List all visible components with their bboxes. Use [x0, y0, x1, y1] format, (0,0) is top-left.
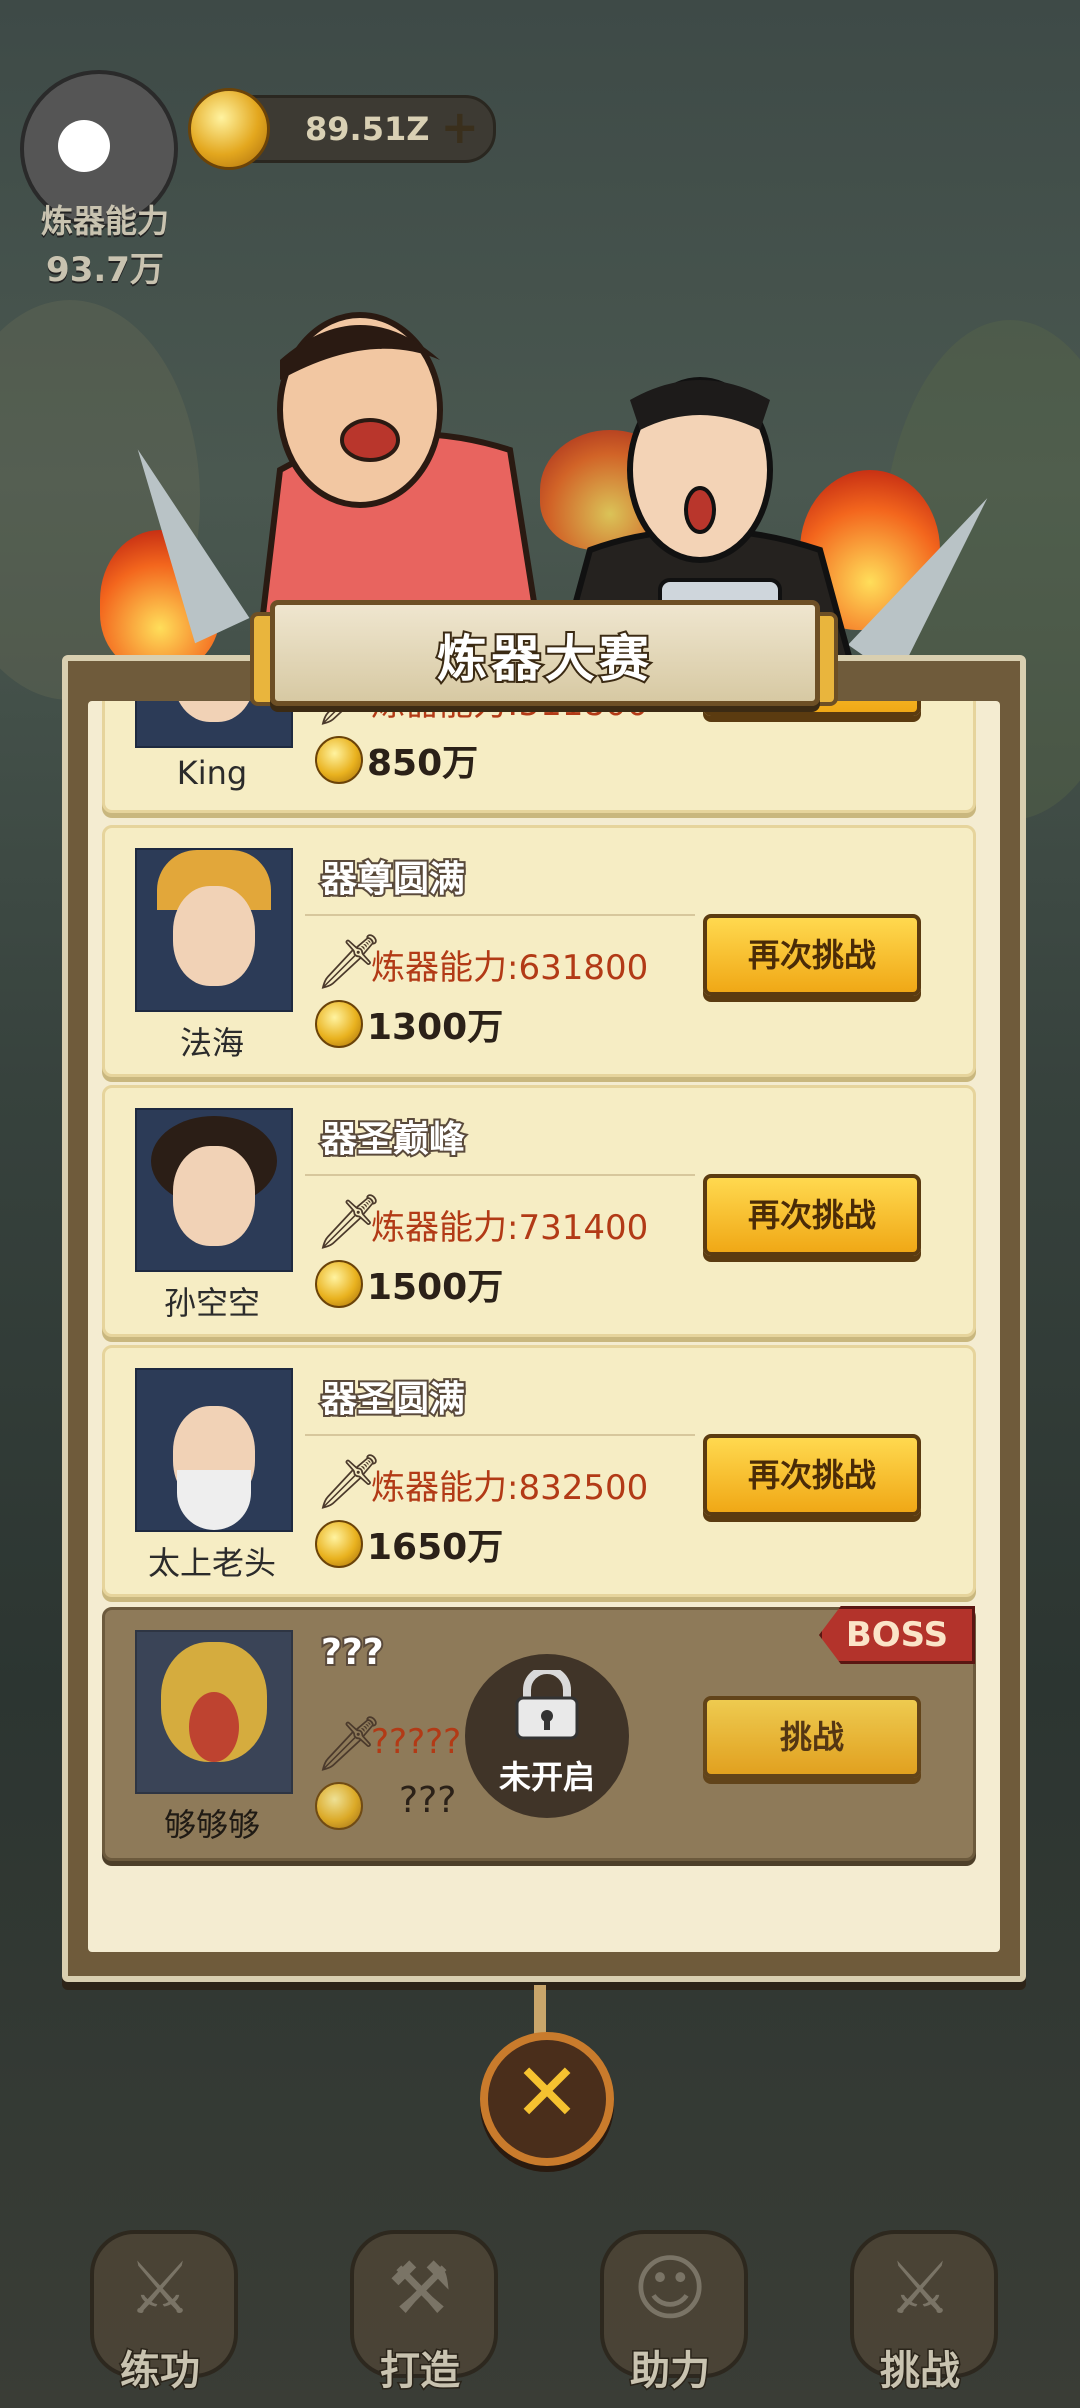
avatar-dot [58, 120, 110, 172]
challenge-again-button[interactable]: 再次挑战 [703, 1174, 921, 1256]
opponent-name: 孙空空 [163, 1284, 260, 1322]
opponent-rank: 器尊圆满 [319, 857, 467, 902]
opponent-reward: 1300万 [367, 1007, 504, 1048]
nav-assist[interactable]: ☺ 助力 [570, 2220, 770, 2400]
woman-character-illustration [256, 312, 544, 640]
opponent-power: 炼器能力:631800 [371, 948, 649, 988]
challenge-boss-button[interactable]: 挑战 [703, 1696, 921, 1778]
boss-tag: BOSS [819, 1606, 975, 1664]
opponent-name: King [176, 754, 248, 792]
sword-icon: ⚔ [127, 2246, 193, 2330]
coin-icon [188, 88, 270, 170]
boss-portrait [135, 1630, 293, 1794]
close-button[interactable]: ✕ [480, 2032, 614, 2166]
challenge-again-button[interactable]: 再次挑战 [703, 1434, 921, 1516]
nav-label: 挑战 [879, 2347, 962, 2396]
power-value: 93.7万 [46, 250, 164, 290]
boss-rank: ??? [319, 1630, 386, 1675]
close-icon: ✕ [513, 2046, 581, 2139]
crossed-swords-icon: ⚔ [887, 2246, 953, 2330]
nav-challenge[interactable]: ⚔ 挑战 [820, 2220, 1020, 2400]
nav-label: 练功 [119, 2347, 202, 2396]
opponent-name: 法海 [179, 1024, 244, 1062]
boss-row: BOSS 够够够 ??? 🗡 ????? ??? 未开启 挑战 [102, 1606, 976, 1861]
opponent-power: 炼器能力:731400 [371, 1208, 649, 1248]
opponent-portrait [135, 701, 293, 748]
nav-label: 助力 [629, 2347, 712, 2396]
opponent-row: 太上老头 器圣圆满 🗡 炼器能力:832500 1650万 再次挑战 [102, 1345, 976, 1597]
opponent-rank: 器圣巅峰 [319, 1117, 467, 1162]
coin-icon [315, 1782, 363, 1830]
boss-name: 够够够 [163, 1806, 260, 1844]
title-plaque: 炼器大赛 [270, 600, 820, 706]
boss-power: ????? [371, 1722, 462, 1762]
opponent-row: 法海 器尊圆满 🗡 炼器能力:631800 1300万 再次挑战 [102, 825, 976, 1077]
opponent-row: 孙空空 器圣巅峰 🗡 炼器能力:731400 1500万 再次挑战 [102, 1085, 976, 1337]
opponent-reward: 1650万 [367, 1527, 504, 1568]
add-coins-icon[interactable]: + [440, 100, 479, 154]
coin-amount: 89.51Z [305, 110, 430, 148]
opponent-portrait [135, 1108, 293, 1272]
lock-icon [515, 1670, 579, 1740]
power-label: 炼器能力 [40, 202, 169, 240]
opponent-row: King 🗡 炼器能力:511800 850万 [102, 701, 976, 813]
coin-icon [315, 1520, 363, 1568]
opponent-reward: 1500万 [367, 1267, 504, 1308]
nav-label: 打造 [379, 2347, 462, 2396]
opponent-name: 太上老头 [147, 1544, 276, 1582]
opponent-rank: 器圣圆满 [319, 1377, 467, 1422]
lock-status: 未开启 [498, 1758, 595, 1796]
opponent-reward: 850万 [367, 743, 479, 784]
nav-train[interactable]: ⚔ 练功 [60, 2220, 260, 2400]
opponent-portrait [135, 1368, 293, 1532]
coin-icon [315, 1260, 363, 1308]
bottom-nav: ⚔ 练功 ⚒ 打造 ☺ 助力 ⚔ 挑战 [0, 2200, 1080, 2408]
opponent-portrait [135, 848, 293, 1012]
coin-icon [315, 736, 363, 784]
boss-reward: ??? [399, 1780, 457, 1821]
anvil-icon: ⚒ [387, 2246, 453, 2330]
nav-forge[interactable]: ⚒ 打造 [320, 2220, 520, 2400]
opponent-power: 炼器能力:832500 [371, 1468, 649, 1508]
page-title: 炼器大赛 [435, 628, 653, 690]
tournament-panel: King 🗡 炼器能力:511800 850万 法海 器尊圆满 🗡 炼器能力:6… [62, 655, 1026, 1982]
opponent-list[interactable]: King 🗡 炼器能力:511800 850万 法海 器尊圆满 🗡 炼器能力:6… [88, 701, 1000, 1952]
challenge-again-button[interactable]: 再次挑战 [703, 914, 921, 996]
character-icon: ☺ [632, 2246, 708, 2330]
coin-icon [315, 1000, 363, 1048]
